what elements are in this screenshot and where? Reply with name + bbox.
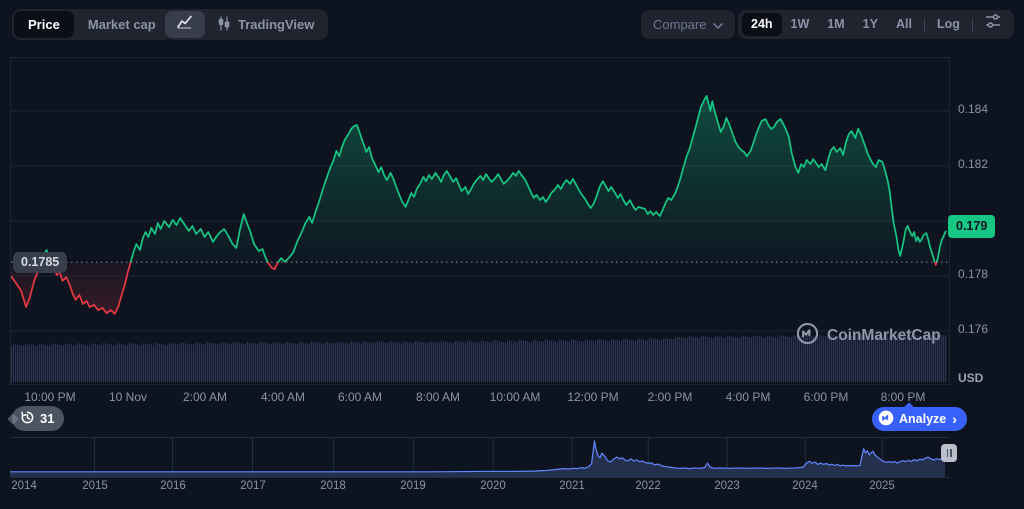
price-tick-label: 0.176 [958,322,989,336]
watermark-text: CoinMarketCap [827,327,941,344]
year-tick-label: 2017 [240,480,266,492]
year-tick-label: 2025 [869,480,895,492]
year-tick-label: 2023 [714,480,740,492]
chevron-right-icon: › [952,411,957,427]
year-tick-label: 2024 [792,480,818,492]
price-tick-label: 0.182 [958,157,989,171]
year-tick-label: 2018 [320,480,346,492]
year-tick-label: 2020 [480,480,506,492]
analyze-button[interactable]: Analyze › [872,407,967,431]
range-buttons: 24h 1W 1M 1Y All [742,13,921,36]
open-price-label: 0.1785 [13,252,68,273]
year-tick-label: 2019 [400,480,426,492]
year-tick-label: 2021 [559,480,585,492]
current-price-badge: 0.179 [948,215,996,238]
price-marketcap-toggle: Price Market cap [12,9,172,40]
time-range-selector: 24h 1W 1M 1Y All Log [738,10,1014,39]
range-button-all[interactable]: All [887,13,921,36]
tradingview-label: TradingView [238,17,315,32]
chart-type-toggle: TradingView [163,9,329,40]
divider [923,17,925,32]
candlestick-icon [217,16,231,34]
navigator-drag-handle[interactable] [941,444,957,462]
navigator-area-chart [10,438,946,477]
price-tick-label: 0.184 [958,102,989,116]
year-tick-label: 2022 [635,480,661,492]
history-count-badge[interactable]: 31 [12,406,65,431]
range-button-24h[interactable]: 24h [742,13,782,36]
price-tab[interactable]: Price [14,11,74,38]
coinmarketcap-logo-icon [878,410,894,429]
range-navigator[interactable] [10,437,950,478]
time-tick-label: 8:00 PM [880,390,926,404]
sliders-icon [985,13,1001,36]
compare-dropdown[interactable]: Compare [641,10,736,39]
year-tick-label: 2015 [82,480,108,492]
year-tick-label: 2016 [160,480,186,492]
history-count: 31 [40,411,55,426]
watermark: CoinMarketCap [796,322,941,350]
price-tick-label: 0.178 [958,267,989,281]
chevron-down-icon [713,17,724,32]
compare-label: Compare [653,17,707,32]
history-clock-icon [20,410,35,428]
log-scale-button[interactable]: Log [928,13,969,36]
range-button-1m[interactable]: 1M [818,13,853,36]
chart-settings-button[interactable] [976,13,1010,36]
line-chart-type-button[interactable] [165,11,205,38]
analyze-label: Analyze [899,412,947,426]
coinmarketcap-logo-icon [796,322,819,350]
line-chart-icon [177,15,193,34]
range-button-1w[interactable]: 1W [782,13,819,36]
market-cap-tab[interactable]: Market cap [74,11,170,38]
range-button-1y[interactable]: 1Y [854,13,887,36]
price-chart-panel: Price Market cap TradingView Compare 24h… [0,0,1024,509]
tradingview-toggle-button[interactable]: TradingView [205,16,326,34]
divider [971,17,973,32]
price-axis-unit: USD [958,371,984,385]
